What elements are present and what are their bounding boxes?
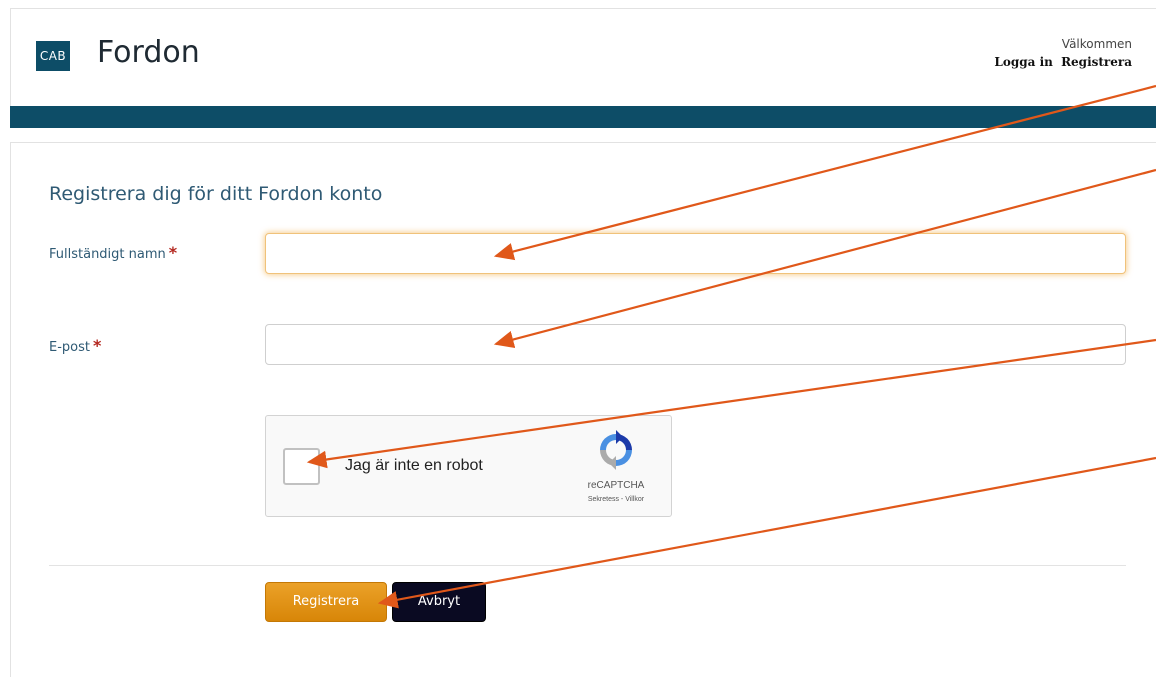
form-heading: Registrera dig för ditt Fordon konto <box>49 183 383 205</box>
required-asterisk: * <box>168 243 178 262</box>
recaptcha-label: Jag är inte en robot <box>345 457 483 474</box>
cancel-button[interactable]: Avbryt <box>392 582 486 622</box>
brand-bar <box>10 106 1156 128</box>
registration-panel: Registrera dig för ditt Fordon konto Ful… <box>10 142 1156 677</box>
email-label-text: E-post <box>49 340 90 355</box>
fullname-input[interactable] <box>265 233 1126 274</box>
auth-links: Logga in Registrera <box>990 55 1132 69</box>
recaptcha-icon <box>600 430 632 470</box>
login-link[interactable]: Logga in <box>994 55 1052 69</box>
register-link[interactable]: Registrera <box>1061 55 1132 69</box>
register-button[interactable]: Registrera <box>265 582 387 622</box>
fullname-label-text: Fullständigt namn <box>49 247 166 262</box>
recaptcha-terms-link[interactable]: Sekretess - Villkor <box>566 496 666 503</box>
fullname-label: Fullständigt namn * <box>49 243 177 262</box>
email-input[interactable] <box>265 324 1126 365</box>
app-title: Fordon <box>97 35 200 70</box>
cab-logo: CAB <box>36 41 70 71</box>
required-asterisk: * <box>92 336 102 355</box>
recaptcha-brand: reCAPTCHA <box>587 480 645 491</box>
recaptcha-checkbox[interactable] <box>283 448 320 485</box>
form-divider <box>49 565 1126 566</box>
top-header: CAB Fordon Välkommen Logga in Registrera <box>10 8 1156 106</box>
recaptcha-widget: Jag är inte en robot reCAPTCHA Sekretess… <box>265 415 672 517</box>
welcome-text: Välkommen <box>1061 37 1132 51</box>
email-label: E-post * <box>49 336 101 355</box>
